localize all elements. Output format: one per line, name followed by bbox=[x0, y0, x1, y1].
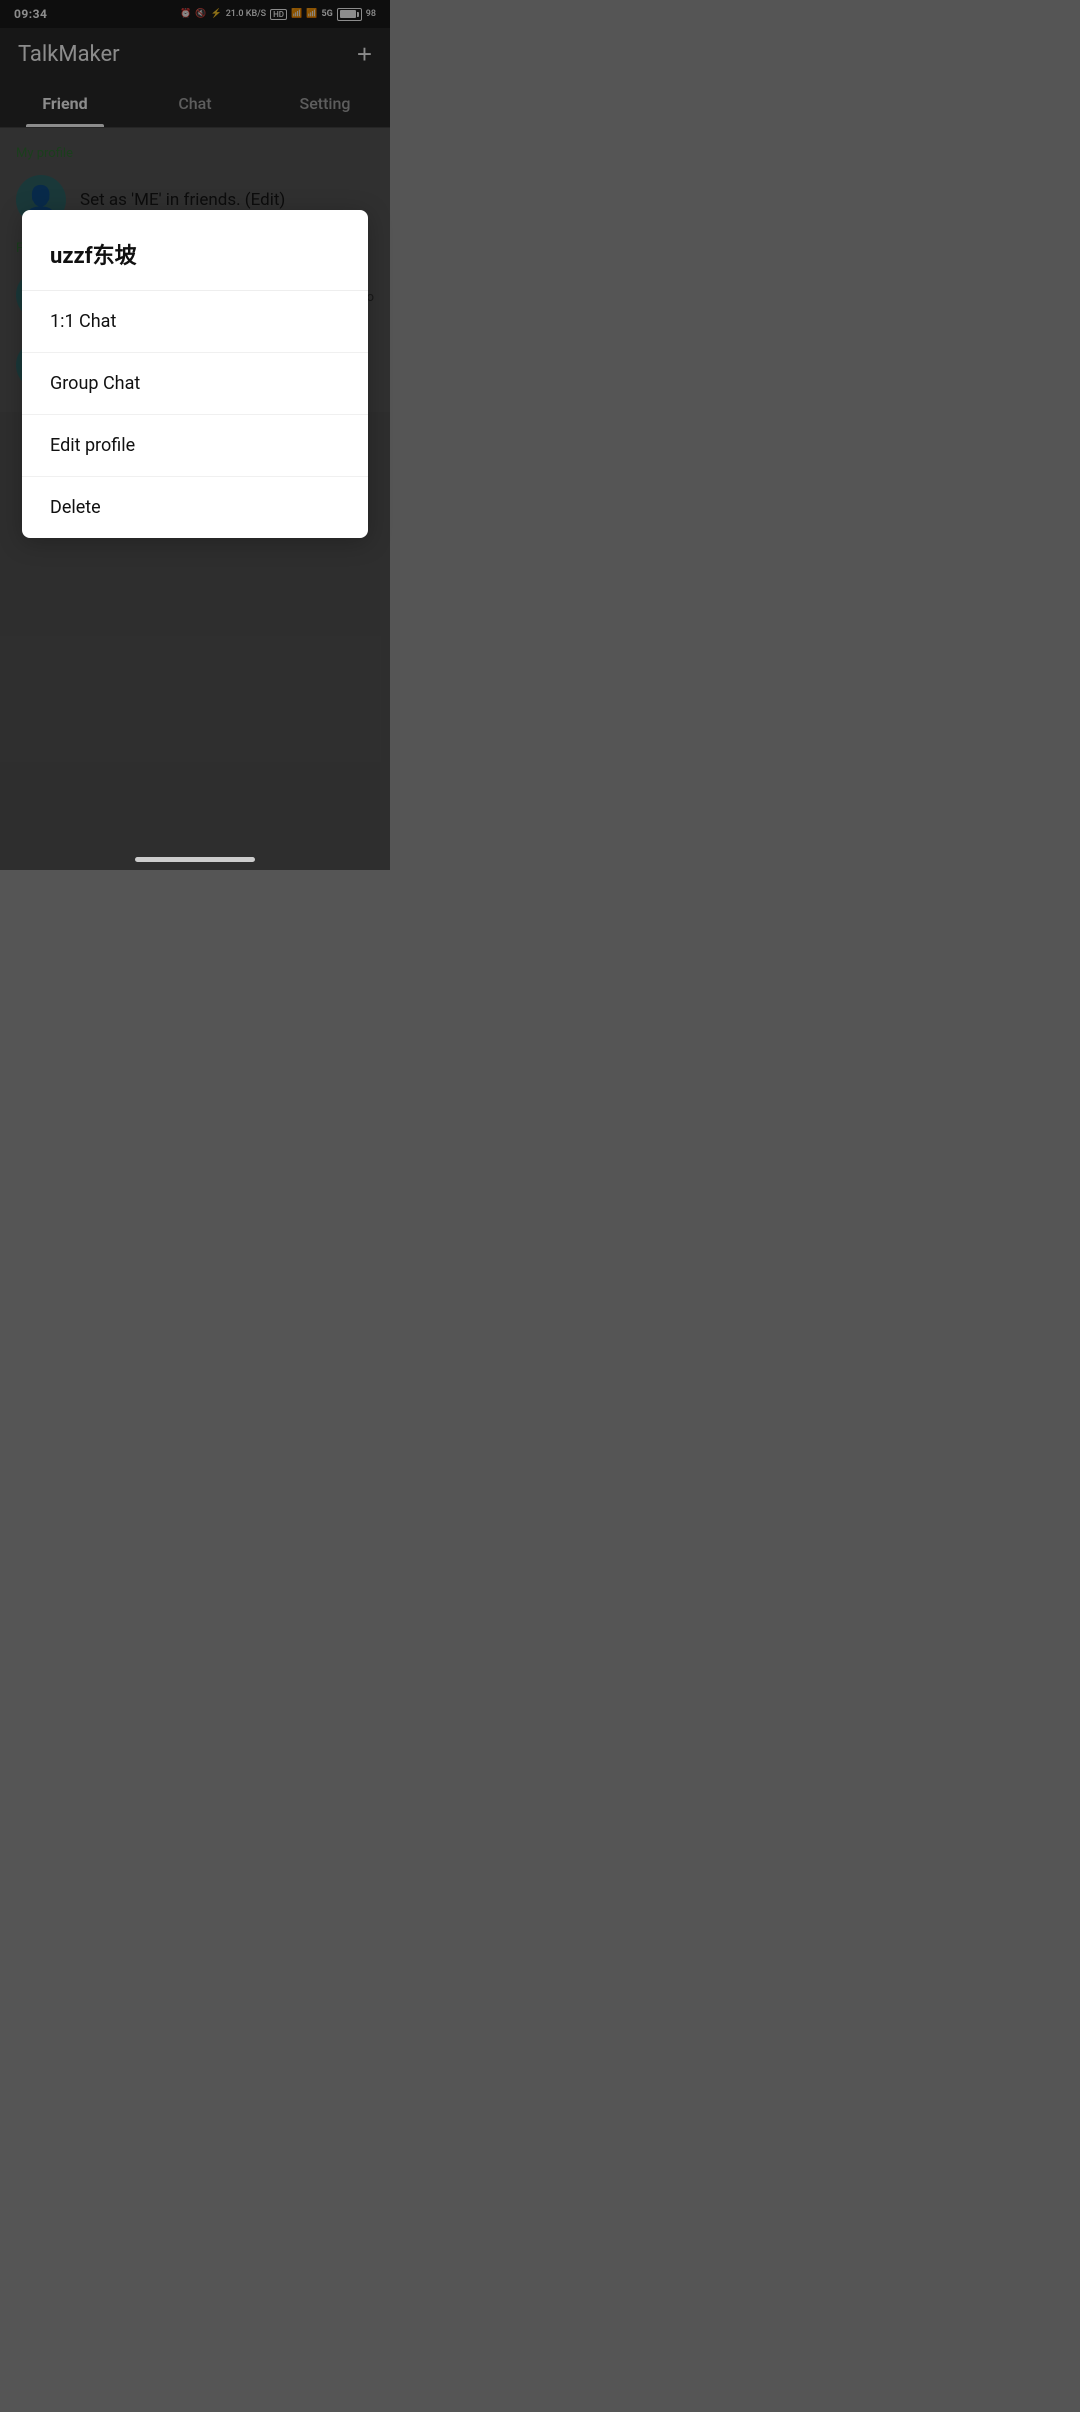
context-menu: uzzf东坡 1:1 Chat Group Chat Edit profile … bbox=[22, 210, 368, 538]
menu-item-delete[interactable]: Delete bbox=[22, 477, 368, 538]
context-menu-title: uzzf东坡 bbox=[22, 210, 368, 291]
home-indicator bbox=[135, 857, 255, 862]
menu-item-1-1-chat[interactable]: 1:1 Chat bbox=[22, 291, 368, 353]
menu-item-group-chat[interactable]: Group Chat bbox=[22, 353, 368, 415]
menu-item-edit-profile[interactable]: Edit profile bbox=[22, 415, 368, 477]
